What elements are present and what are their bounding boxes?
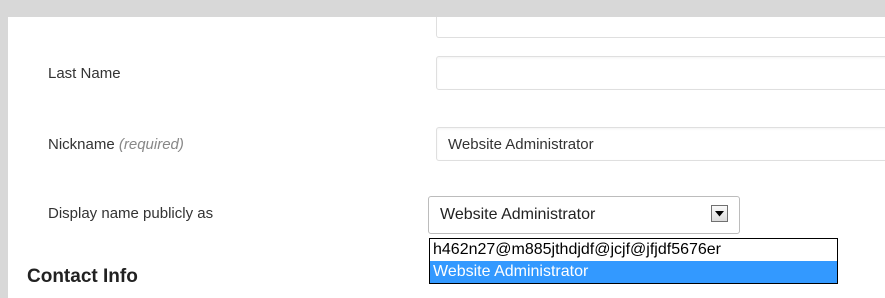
last-name-label-text: Last Name bbox=[48, 65, 121, 82]
contact-info-heading: Contact Info bbox=[27, 266, 138, 287]
chevron-down-glyph bbox=[715, 210, 724, 216]
display-name-label: Display name publicly as bbox=[48, 205, 213, 222]
chevron-down-icon[interactable] bbox=[711, 205, 728, 222]
nickname-label: Nickname (required) bbox=[48, 136, 184, 153]
display-name-option[interactable]: h462n27@m885jthdjdf@jcjf@jfjdf5676er bbox=[430, 239, 837, 261]
required-note: (required) bbox=[118, 136, 184, 153]
display-name-select[interactable]: Website Administrator bbox=[428, 196, 740, 234]
nickname-input[interactable] bbox=[436, 127, 885, 161]
last-name-label: Last Name bbox=[48, 65, 121, 82]
last-name-input[interactable] bbox=[436, 56, 885, 90]
display-name-options-list[interactable]: h462n27@m885jthdjdf@jcjf@jfjdf5676er Web… bbox=[429, 238, 838, 284]
display-name-label-text: Display name publicly as bbox=[48, 205, 214, 222]
nickname-label-text: Nickname bbox=[48, 136, 115, 153]
display-name-selected-value: Website Administrator bbox=[440, 206, 596, 223]
previous-field-input[interactable] bbox=[436, 17, 885, 38]
display-name-option-highlighted[interactable]: Website Administrator bbox=[430, 261, 837, 283]
